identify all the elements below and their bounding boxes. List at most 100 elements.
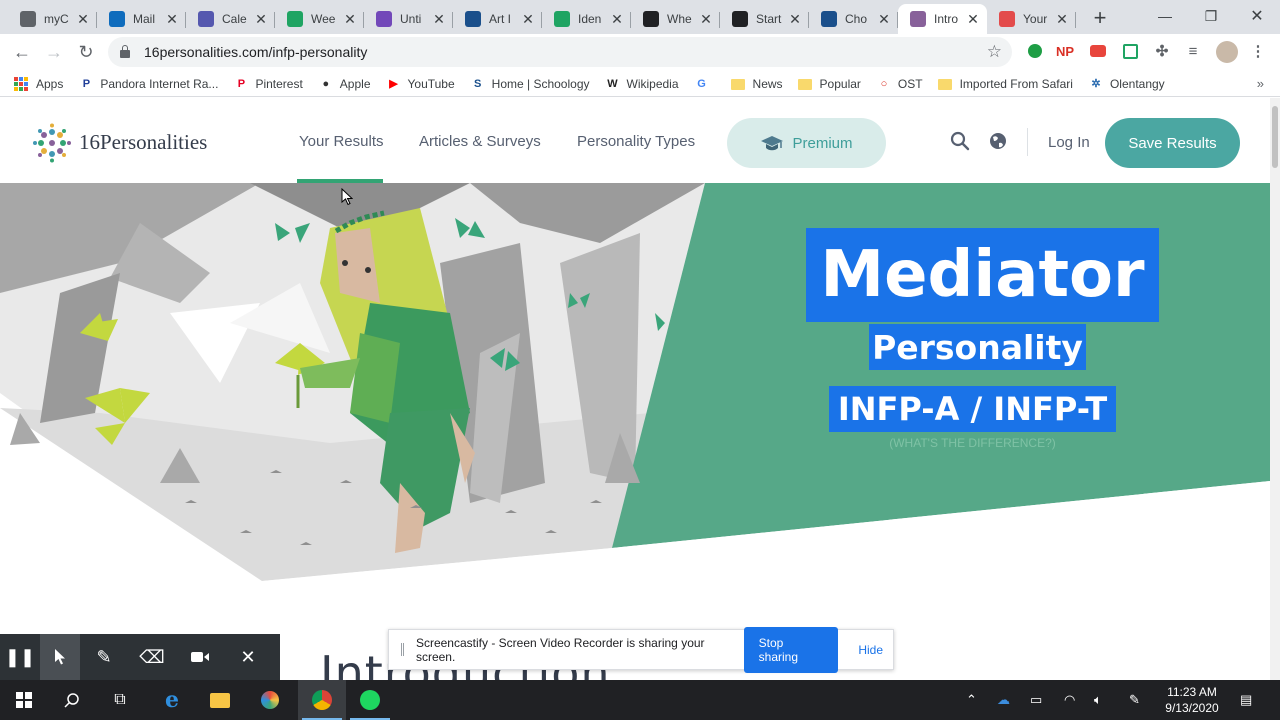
tab-close-icon[interactable]: ✕: [876, 11, 892, 28]
wifi-icon[interactable]: ◠: [1064, 692, 1075, 708]
spotify-icon[interactable]: [346, 680, 394, 720]
address-bar[interactable]: 16personalities.com/infp-personality ☆: [108, 37, 1012, 67]
bookmark-item[interactable]: P Pandora Internet Ra...: [78, 76, 219, 92]
browser-tab[interactable]: Unti ✕: [364, 4, 453, 34]
bookmark-star-icon[interactable]: ☆: [987, 42, 1002, 62]
task-view-icon[interactable]: ⧉: [96, 680, 144, 720]
np-extension-icon[interactable]: NP: [1056, 42, 1074, 60]
close-panel-icon[interactable]: ✕: [224, 634, 272, 680]
bookmark-label: Pandora Internet Ra...: [100, 76, 219, 91]
tab-close-icon[interactable]: ✕: [698, 11, 714, 28]
browser-tab[interactable]: Iden ✕: [542, 4, 631, 34]
site-logo-text[interactable]: 16Personalities: [79, 130, 207, 155]
bookmark-item[interactable]: ▶ YouTube: [386, 76, 454, 92]
difference-link[interactable]: (WHAT'S THE DIFFERENCE?): [829, 436, 1116, 450]
media-control-icon[interactable]: ≡: [1184, 42, 1202, 60]
nav-your-results[interactable]: Your Results: [299, 133, 384, 150]
browser-tab[interactable]: Cho ✕: [809, 4, 898, 34]
bookmark-item[interactable]: News: [730, 77, 783, 91]
browser-tab[interactable]: Start ✕: [720, 4, 809, 34]
more-bookmarks-icon[interactable]: »: [1257, 76, 1264, 91]
tab-close-icon[interactable]: ✕: [787, 11, 803, 28]
premium-button[interactable]: Premium: [727, 118, 886, 168]
16personalities-logo-icon[interactable]: [32, 123, 72, 163]
bookmark-item[interactable]: P Pinterest: [233, 76, 303, 92]
browser-tab[interactable]: Mail ✕: [97, 4, 186, 34]
bookmark-item[interactable]: S Home | Schoology: [470, 76, 590, 92]
folder-icon: [937, 79, 952, 90]
bookmark-item[interactable]: ✲ Olentangy: [1088, 76, 1164, 92]
battery-icon[interactable]: ▭: [1030, 692, 1042, 708]
browser-tab[interactable]: Intro ✕: [898, 4, 987, 34]
pen-tool-icon[interactable]: ✎: [80, 634, 128, 680]
restore-icon[interactable]: ❐: [1188, 0, 1234, 32]
screencastify-extension-icon[interactable]: [1089, 42, 1107, 60]
search-icon[interactable]: [950, 131, 970, 151]
pinterest-icon: P: [237, 77, 246, 90]
login-link[interactable]: Log In: [1048, 134, 1090, 151]
nav-articles-surveys[interactable]: Articles & Surveys: [419, 133, 541, 150]
bookmark-item[interactable]: Popular: [797, 77, 861, 91]
chrome-menu-icon[interactable]: ⋮: [1249, 42, 1267, 60]
nav-personality-types[interactable]: Personality Types: [577, 133, 695, 150]
bookmark-item[interactable]: W Wikipedia: [605, 76, 678, 92]
webcam-icon[interactable]: [176, 634, 224, 680]
scrollbar-thumb[interactable]: [1272, 106, 1278, 168]
tab-close-icon[interactable]: ✕: [253, 11, 269, 28]
tab-close-icon[interactable]: ✕: [520, 11, 536, 28]
tab-close-icon[interactable]: ✕: [609, 11, 625, 28]
pen-workspace-icon[interactable]: ✎: [1129, 692, 1140, 708]
tab-close-icon[interactable]: ✕: [1054, 11, 1070, 28]
tab-close-icon[interactable]: ✕: [75, 11, 91, 28]
bookmark-item[interactable]: ○ OST: [876, 76, 923, 92]
file-explorer-icon[interactable]: [196, 680, 244, 720]
onedrive-icon[interactable]: ☁: [997, 692, 1010, 708]
browser-tab[interactable]: Whe ✕: [631, 4, 720, 34]
tab-close-icon[interactable]: ✕: [164, 11, 180, 28]
paint-icon[interactable]: [246, 680, 294, 720]
profile-avatar[interactable]: [1216, 41, 1238, 63]
search-icon[interactable]: [48, 680, 96, 720]
browser-tab[interactable]: myC ✕: [8, 4, 97, 34]
tab-close-icon[interactable]: ✕: [965, 11, 981, 28]
save-results-button[interactable]: Save Results: [1105, 118, 1240, 168]
close-window-icon[interactable]: ✕: [1234, 0, 1280, 32]
pause-icon[interactable]: ❚❚: [0, 634, 40, 680]
site-header: 16Personalities Your Results Articles & …: [0, 98, 1270, 183]
new-tab-button[interactable]: +: [1086, 5, 1114, 33]
globe-icon[interactable]: [988, 131, 1008, 151]
hide-button[interactable]: Hide: [848, 634, 893, 666]
puzzle-icon[interactable]: ✣: [1153, 42, 1171, 60]
back-icon[interactable]: ←: [6, 37, 38, 69]
forward-icon[interactable]: →: [38, 37, 70, 69]
tab-title: Art I: [489, 12, 512, 26]
page-scrollbar[interactable]: [1270, 98, 1280, 680]
browser-tab[interactable]: Wee ✕: [275, 4, 364, 34]
show-hidden-icons[interactable]: ⌃: [966, 692, 977, 708]
tab-title: Start: [756, 12, 782, 26]
windows-start-icon[interactable]: [0, 680, 48, 720]
bookmark-item[interactable]: Imported From Safari: [937, 77, 1073, 91]
tab-close-icon[interactable]: ✕: [342, 11, 358, 28]
bookmark-item[interactable]: G: [694, 76, 716, 92]
eraser-tool-icon[interactable]: ⌫: [128, 634, 176, 680]
chrome-icon[interactable]: [298, 680, 346, 720]
minimize-icon[interactable]: —: [1142, 0, 1188, 32]
tab-close-icon[interactable]: ✕: [431, 11, 447, 28]
bookmark-item[interactable]: ● Apple: [318, 76, 370, 92]
green-dot-extension-icon[interactable]: [1026, 42, 1044, 60]
browser-tab[interactable]: Cale ✕: [186, 4, 275, 34]
volume-icon[interactable]: 🔈︎: [1094, 692, 1102, 708]
reload-icon[interactable]: ↻: [70, 37, 102, 69]
system-clock[interactable]: 11:23 AM 9/13/2020: [1158, 684, 1226, 716]
extension-square-icon[interactable]: [1121, 42, 1139, 60]
bookmark-item[interactable]: Apps: [14, 76, 63, 91]
stop-sharing-button[interactable]: Stop sharing: [743, 626, 839, 673]
drag-handle-icon[interactable]: [401, 643, 404, 656]
edge-icon[interactable]: e: [148, 680, 196, 720]
browser-tab[interactable]: Art I ✕: [453, 4, 542, 34]
cursor-tool-icon[interactable]: [40, 634, 80, 680]
clock-date: 9/13/2020: [1165, 701, 1219, 715]
notifications-icon[interactable]: ▤: [1240, 692, 1252, 708]
browser-tab[interactable]: Your ✕: [987, 4, 1076, 34]
